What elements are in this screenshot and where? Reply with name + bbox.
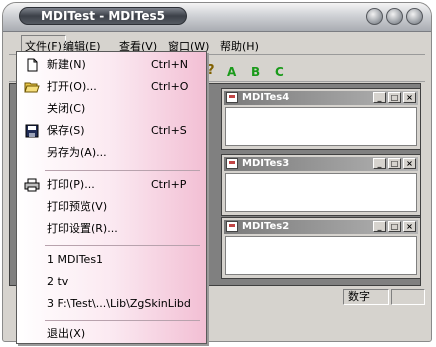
- maximize-button[interactable]: [386, 8, 403, 25]
- child-maximize-button[interactable]: □: [388, 158, 401, 169]
- menu-separator: [45, 320, 200, 321]
- child-title-bar[interactable]: MDITes2 _ □ ×: [224, 220, 418, 234]
- mdi-child-window[interactable]: MDITes4 _ □ ×: [221, 88, 421, 150]
- window-title: MDITest - MDITes5: [19, 7, 187, 25]
- menu-item-label: 新建(N): [47, 58, 86, 71]
- child-close-button[interactable]: ×: [403, 158, 416, 169]
- open-folder-icon: [24, 82, 40, 93]
- menu-item-label: 退出(X): [47, 327, 86, 340]
- toolbar-c-button[interactable]: C: [275, 65, 284, 79]
- child-title: MDITes2: [242, 221, 290, 232]
- menu-item-label: 保存(S): [47, 124, 85, 137]
- save-disk-icon: [25, 124, 39, 138]
- menu-item-close[interactable]: 关闭(C): [17, 98, 206, 120]
- child-client-area[interactable]: [225, 173, 417, 212]
- menu-item-save[interactable]: 保存(S) Ctrl+S: [17, 120, 206, 142]
- menu-item-label: 打印预览(V): [47, 200, 108, 213]
- child-maximize-button[interactable]: □: [388, 221, 401, 232]
- menu-item-print[interactable]: 打印(P)... Ctrl+P: [17, 174, 206, 196]
- child-close-button[interactable]: ×: [403, 221, 416, 232]
- document-icon: [226, 92, 238, 103]
- status-scroll: [391, 289, 425, 305]
- menu-separator: [45, 245, 200, 246]
- menu-item-exit[interactable]: 退出(X): [17, 323, 206, 345]
- menu-item-label: 打印设置(R)...: [47, 222, 118, 235]
- menu-item-label: 另存为(A)...: [47, 146, 107, 159]
- menu-item-label: 3 F:\Test\...\Lib\ZgSkinLibd: [47, 297, 191, 310]
- toolbar-a-button[interactable]: A: [227, 65, 236, 79]
- new-file-icon: [27, 58, 38, 72]
- menu-item-shortcut: Ctrl+S: [151, 124, 187, 137]
- document-icon: [226, 221, 238, 232]
- menu-item-label: 打印(P)...: [47, 178, 95, 191]
- menu-item-shortcut: Ctrl+N: [151, 58, 189, 71]
- menu-help[interactable]: 帮助(H): [220, 38, 259, 54]
- toolbar-b-button[interactable]: B: [251, 65, 260, 79]
- menu-item-label: 1 MDITes1: [47, 253, 104, 266]
- menu-item-new[interactable]: 新建(N) Ctrl+N: [17, 54, 206, 76]
- menu-item-print-preview[interactable]: 打印预览(V): [17, 196, 206, 218]
- minimize-button[interactable]: [366, 8, 383, 25]
- child-title-bar[interactable]: MDITes3 _ □ ×: [224, 157, 418, 171]
- menu-item-label: 关闭(C): [47, 102, 86, 115]
- document-icon: [226, 158, 238, 169]
- child-title-bar[interactable]: MDITes4 _ □ ×: [224, 91, 418, 105]
- mdi-child-window[interactable]: MDITes2 _ □ ×: [221, 217, 421, 279]
- child-minimize-button[interactable]: _: [373, 92, 386, 103]
- menu-item-label: 2 tv: [47, 275, 69, 288]
- child-client-area[interactable]: [225, 236, 417, 275]
- menu-item-recent-3[interactable]: 3 F:\Test\...\Lib\ZgSkinLibd: [17, 293, 206, 315]
- file-menu-dropdown: 新建(N) Ctrl+N 打开(O)... Ctrl+O 关闭(C) 保存(S)…: [16, 51, 207, 344]
- child-minimize-button[interactable]: _: [373, 158, 386, 169]
- menu-item-recent-2[interactable]: 2 tv: [17, 271, 206, 293]
- close-button[interactable]: [406, 8, 423, 25]
- child-close-button[interactable]: ×: [403, 92, 416, 103]
- menu-item-shortcut: Ctrl+P: [151, 178, 187, 191]
- child-maximize-button[interactable]: □: [388, 92, 401, 103]
- child-title: MDITes3: [242, 158, 290, 169]
- status-numlock: 数字: [343, 289, 389, 305]
- mdi-child-window[interactable]: MDITes3 _ □ ×: [221, 154, 421, 216]
- menu-item-recent-1[interactable]: 1 MDITes1: [17, 249, 206, 271]
- child-title: MDITes4: [242, 92, 290, 103]
- child-client-area[interactable]: [225, 107, 417, 146]
- menu-item-label: 打开(O)...: [47, 80, 97, 93]
- menu-item-print-setup[interactable]: 打印设置(R)...: [17, 218, 206, 240]
- child-minimize-button[interactable]: _: [373, 221, 386, 232]
- title-bar[interactable]: MDITest - MDITes5: [3, 3, 431, 32]
- menu-item-save-as[interactable]: 另存为(A)...: [17, 142, 206, 164]
- printer-icon: [24, 178, 40, 192]
- menu-separator: [45, 170, 200, 171]
- menu-item-shortcut: Ctrl+O: [151, 80, 189, 93]
- menu-item-open[interactable]: 打开(O)... Ctrl+O: [17, 76, 206, 98]
